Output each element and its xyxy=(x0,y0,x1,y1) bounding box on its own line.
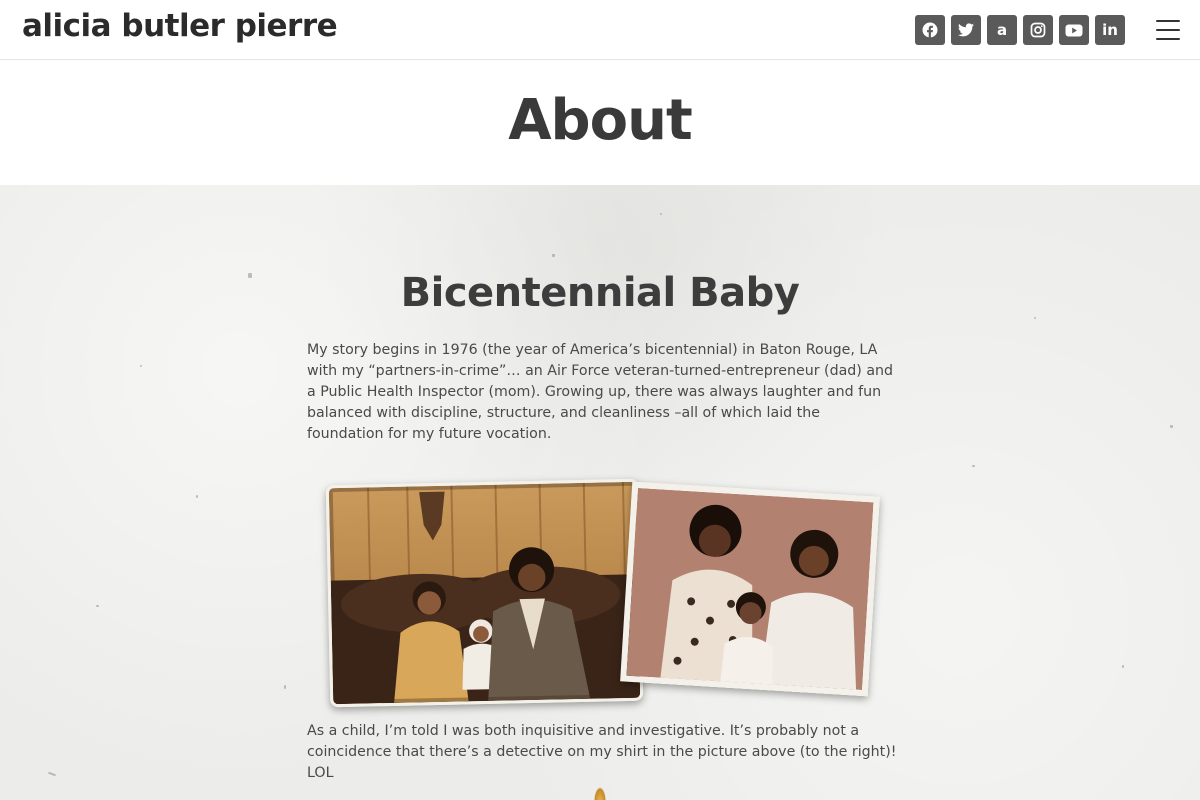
candle-flame-graphic xyxy=(594,787,606,800)
paper-fleck xyxy=(284,685,286,689)
youtube-icon[interactable] xyxy=(1059,15,1089,45)
family-photo-portrait xyxy=(620,481,880,697)
family-photo-sepia xyxy=(325,478,644,708)
paper-fleck xyxy=(140,365,142,367)
facebook-icon[interactable] xyxy=(915,15,945,45)
about-content: Bicentennial Baby My story begins in 197… xyxy=(0,185,1200,800)
amazon-glyph: a xyxy=(996,20,1008,39)
twitter-icon[interactable] xyxy=(951,15,981,45)
social-links: a in xyxy=(915,15,1125,45)
intro-paragraph: My story begins in 1976 (the year of Ame… xyxy=(307,342,894,442)
paper-fleck xyxy=(552,254,555,257)
section-heading: Bicentennial Baby xyxy=(400,270,800,316)
hamburger-menu-icon[interactable] xyxy=(1156,20,1180,40)
site-title-link[interactable]: alicia butler pierre xyxy=(22,8,338,44)
childhood-paragraph: As a child, I’m told I was both inquisit… xyxy=(307,723,897,781)
paper-fleck xyxy=(972,465,975,467)
page-title-band: About xyxy=(0,61,1200,185)
paper-fleck xyxy=(96,605,99,607)
paper-fleck xyxy=(1170,425,1173,428)
linkedin-icon[interactable]: in xyxy=(1095,15,1125,45)
paper-fleck xyxy=(196,495,198,498)
instagram-icon[interactable] xyxy=(1023,15,1053,45)
linkedin-glyph: in xyxy=(1102,20,1118,39)
paper-fleck xyxy=(47,771,57,777)
site-header: alicia butler pierre a in xyxy=(0,0,1200,60)
paper-fleck xyxy=(1034,317,1036,319)
paper-fleck xyxy=(660,213,662,215)
page-title: About xyxy=(508,88,693,153)
amazon-icon[interactable]: a xyxy=(987,15,1017,45)
paper-fleck xyxy=(1122,665,1124,668)
